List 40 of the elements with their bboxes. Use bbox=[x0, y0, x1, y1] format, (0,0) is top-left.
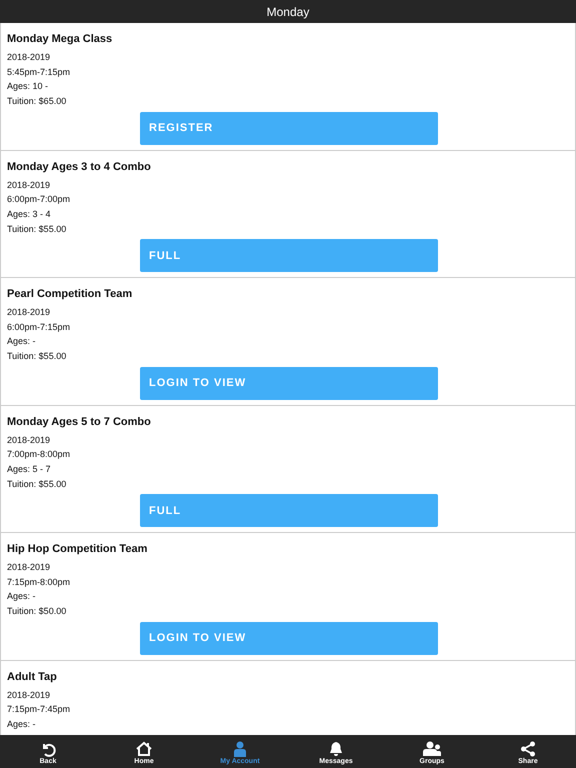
home-icon bbox=[135, 740, 153, 756]
class-name: Pearl Competition Team bbox=[7, 287, 134, 302]
class-time: 7:15pm-7:45pm bbox=[7, 703, 72, 716]
class-tuition: Tuition: $65.00 bbox=[7, 95, 68, 108]
class-ages: Ages: 3 - 4 bbox=[7, 208, 52, 221]
class-season: 2018-2019 bbox=[7, 51, 52, 64]
class-name: Hip Hop Competition Team bbox=[7, 542, 148, 557]
group-icon bbox=[422, 740, 442, 756]
class-ages: Ages: - bbox=[7, 590, 37, 604]
class-ages: Ages: 5 - 7 bbox=[7, 462, 52, 476]
class-action-button[interactable]: LOGIN TO VIEW bbox=[140, 622, 438, 655]
class-tuition: Tuition: $55.00 bbox=[7, 222, 68, 236]
class-action-button[interactable]: REGISTER bbox=[140, 112, 438, 145]
class-action-button[interactable]: LOGIN TO VIEW bbox=[140, 366, 438, 400]
person-icon bbox=[233, 740, 247, 756]
class-season: 2018-2019 bbox=[7, 688, 52, 702]
class-name: Monday Ages 5 to 7 Combo bbox=[7, 414, 152, 430]
class-name: Monday Ages 3 to 4 Combo bbox=[7, 160, 152, 174]
class-tuition: Tuition: $55.00 bbox=[7, 350, 68, 364]
class-ages: Ages: 10 - bbox=[7, 80, 50, 94]
class-time: 5:45pm-7:15pm bbox=[7, 66, 72, 79]
class-name: Adult Tap bbox=[7, 670, 58, 684]
class-season: 2018-2019 bbox=[7, 434, 52, 446]
class-name: Monday Mega Class bbox=[7, 32, 114, 47]
class-time: 6:00pm-7:15pm bbox=[7, 320, 72, 334]
class-time: 6:00pm-7:00pm bbox=[7, 193, 72, 206]
class-action-button[interactable]: FULL bbox=[140, 239, 438, 272]
class-ages: Ages: - bbox=[7, 718, 37, 731]
header-title: Monday bbox=[266, 4, 310, 18]
share-icon bbox=[520, 740, 536, 756]
class-action-button[interactable]: FULL bbox=[140, 494, 438, 528]
bell-icon bbox=[329, 740, 343, 756]
class-season: 2018-2019 bbox=[7, 178, 52, 192]
class-season: 2018-2019 bbox=[7, 561, 52, 574]
class-time: 7:00pm-8:00pm bbox=[7, 448, 72, 462]
class-tuition: Tuition: $50.00 bbox=[7, 605, 68, 618]
class-tuition: Tuition: $55.00 bbox=[7, 478, 68, 491]
class-ages: Ages: - bbox=[7, 335, 37, 348]
class-time: 7:15pm-8:00pm bbox=[7, 576, 72, 589]
class-season: 2018-2019 bbox=[7, 306, 52, 319]
